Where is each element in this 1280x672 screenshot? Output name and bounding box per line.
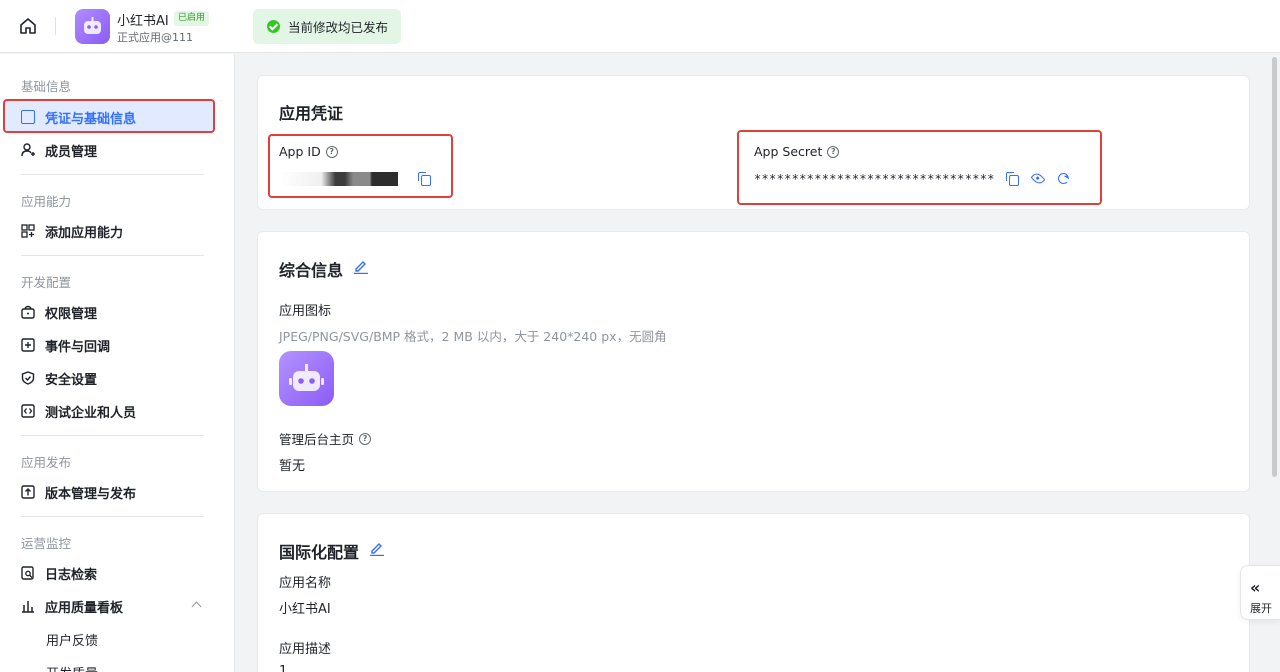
robot-icon	[84, 17, 101, 34]
top-bar: 小红书AI 已启用 正式应用@111 当前修改均已发布	[0, 0, 1280, 53]
copy-icon[interactable]	[418, 172, 431, 186]
home-icon[interactable]	[18, 16, 38, 36]
edit-icon[interactable]	[353, 258, 369, 274]
app-name-value: 小红书AI	[279, 602, 331, 617]
expand-label: 展开	[1250, 602, 1272, 615]
sidebar-item-label: 添加应用能力	[45, 225, 124, 241]
app-desc-label: 应用描述	[279, 642, 332, 657]
i18n-card: 国际化配置 应用名称 小红书AI 应用描述 1	[257, 513, 1250, 672]
sidebar-group-capabilities: 应用能力	[21, 194, 72, 209]
header-divider	[55, 17, 56, 35]
publish-status-toast: 当前修改均已发布	[253, 9, 401, 44]
sidebar-item-label: 应用质量看板	[45, 600, 124, 616]
sidebar-divider	[21, 174, 204, 175]
sidebar-group-dev: 开发配置	[21, 275, 72, 290]
expand-button[interactable]: « 展开	[1240, 565, 1280, 620]
sidebar-item-label: 版本管理与发布	[45, 486, 137, 502]
credentials-card: 应用凭证 App ID ? App Secret ? *************…	[257, 75, 1250, 210]
app-icon-label: 应用图标	[279, 304, 332, 319]
publish-status-text: 当前修改均已发布	[288, 20, 389, 35]
sidebar-item-label: 权限管理	[45, 306, 98, 322]
sidebar-item-credentials[interactable]: 凭证与基础信息	[21, 107, 136, 127]
app-id-label: App ID ?	[279, 144, 338, 159]
help-icon[interactable]: ?	[827, 145, 840, 158]
app-icon-hint: JPEG/PNG/SVG/BMP 格式，2 MB 以内，大于 240*240 p…	[279, 329, 667, 344]
sidebar-item-members[interactable]: 成员管理	[21, 140, 97, 160]
admin-home-label-text: 管理后台主页	[279, 432, 355, 447]
sidebar-item-quality-board[interactable]: 应用质量看板	[21, 596, 123, 616]
credentials-title: 应用凭证	[279, 104, 344, 123]
sidebar-item-label: 日志检索	[45, 567, 98, 583]
sidebar-item-label: 测试企业和人员	[45, 405, 137, 421]
edit-icon[interactable]	[369, 540, 385, 556]
user-add-icon	[21, 143, 35, 157]
lock-box-icon	[21, 305, 35, 319]
sidebar-divider	[21, 516, 204, 517]
sidebar-item-versions[interactable]: 版本管理与发布	[21, 482, 136, 502]
check-circle-icon	[267, 20, 280, 33]
app-id-masked-value	[280, 172, 398, 186]
chevron-up-icon[interactable]	[191, 601, 202, 612]
sidebar-item-events[interactable]: 事件与回调	[21, 335, 110, 355]
sidebar-item-add-capability[interactable]: 添加应用能力	[21, 221, 123, 241]
sidebar-divider	[21, 435, 204, 436]
app-desc-value: 1	[279, 664, 288, 672]
general-info-title: 综合信息	[279, 261, 344, 280]
sidebar-item-label: 安全设置	[45, 372, 98, 388]
sidebar-item-security[interactable]: 安全设置	[21, 368, 97, 388]
app-secret-highlight	[737, 130, 1102, 205]
upload-box-icon	[21, 485, 35, 499]
sidebar-group-release: 应用发布	[21, 455, 72, 470]
admin-home-value: 暂无	[279, 459, 306, 474]
app-avatar	[75, 9, 110, 44]
sidebar-group-monitoring: 运营监控	[21, 536, 72, 551]
sidebar-item-test-tenants[interactable]: 测试企业和人员	[21, 401, 136, 421]
bar-chart-icon	[21, 599, 35, 613]
app-name-label: 应用名称	[279, 576, 332, 591]
app-secret-label: App Secret ?	[754, 144, 840, 159]
apps-add-icon	[21, 224, 35, 238]
shield-icon	[21, 371, 35, 385]
sidebar-item-label: 事件与回调	[45, 339, 111, 355]
plus-square-icon	[21, 338, 35, 352]
id-card-icon	[21, 110, 35, 124]
app-id-label-text: App ID	[279, 144, 321, 159]
help-icon[interactable]: ?	[359, 432, 372, 445]
copy-icon[interactable]	[1006, 172, 1019, 186]
sidebar-item-label: 成员管理	[45, 144, 98, 160]
general-info-card: 综合信息 应用图标 JPEG/PNG/SVG/BMP 格式，2 MB 以内，大于…	[257, 231, 1250, 492]
app-subtitle: 正式应用@111	[117, 31, 193, 44]
double-chevron-left-icon: «	[1250, 578, 1261, 597]
sidebar-subitem-dev-quality[interactable]: 开发质量	[46, 663, 98, 672]
app-name: 小红书AI	[117, 14, 169, 29]
log-search-icon	[21, 566, 35, 580]
sidebar-item-permissions[interactable]: 权限管理	[21, 302, 97, 322]
sidebar-group-basic: 基础信息	[21, 79, 72, 94]
admin-home-label: 管理后台主页 ?	[279, 429, 372, 448]
i18n-title: 国际化配置	[279, 543, 360, 562]
help-icon[interactable]: ?	[325, 145, 338, 158]
sidebar-item-logs[interactable]: 日志检索	[21, 563, 97, 583]
refresh-icon[interactable]	[1058, 173, 1069, 184]
sidebar-item-label: 凭证与基础信息	[45, 111, 137, 127]
app-icon-preview[interactable]	[279, 351, 334, 406]
status-badge: 已启用	[174, 11, 210, 26]
scrollbar[interactable]	[1272, 57, 1277, 477]
app-secret-label-text: App Secret	[754, 144, 823, 159]
app-secret-value: ********************************	[754, 172, 995, 186]
code-box-icon	[21, 404, 35, 418]
sidebar: 基础信息 凭证与基础信息 成员管理 应用能力 添加应用能力 开发配置 权限管理 …	[0, 54, 235, 672]
robot-icon	[289, 364, 324, 391]
sidebar-subitem-feedback[interactable]: 用户反馈	[46, 630, 98, 649]
sidebar-divider	[21, 255, 204, 256]
